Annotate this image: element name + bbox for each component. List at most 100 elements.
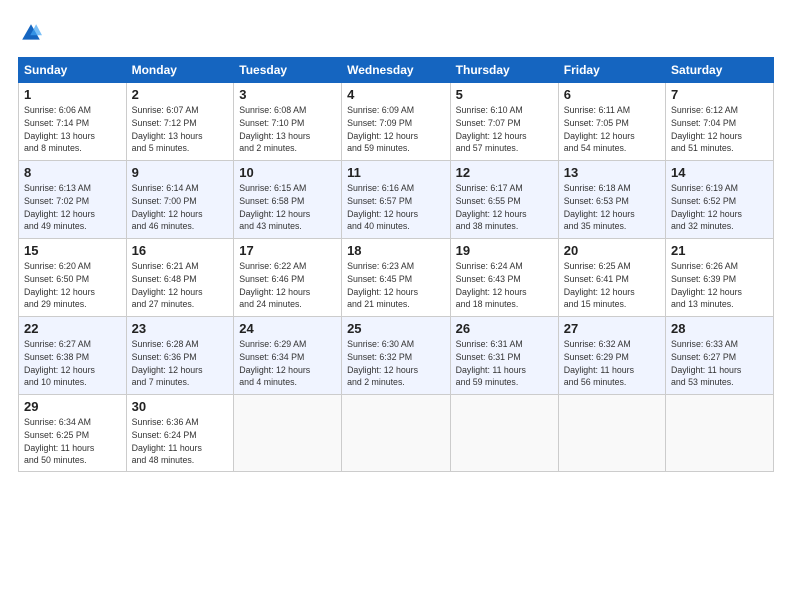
day-info: Sunrise: 6:29 AM Sunset: 6:34 PM Dayligh… [239,338,336,389]
calendar-cell [450,395,558,472]
calendar-cell [666,395,774,472]
calendar-cell: 2 Sunrise: 6:07 AM Sunset: 7:12 PM Daylig… [126,83,234,161]
calendar-row-1: 1 Sunrise: 6:06 AM Sunset: 7:14 PM Daylig… [19,83,774,161]
calendar-cell: 14Sunrise: 6:19 AM Sunset: 6:52 PM Dayli… [666,161,774,239]
calendar-cell: 22 Sunrise: 6:27 AM Sunset: 6:38 PM Dayli… [19,317,127,395]
calendar-cell: 27 Sunrise: 6:32 AM Sunset: 6:29 PM Dayli… [558,317,665,395]
calendar-cell: 15 Sunrise: 6:20 AM Sunset: 6:50 PM Dayli… [19,239,127,317]
calendar-cell: 1 Sunrise: 6:06 AM Sunset: 7:14 PM Daylig… [19,83,127,161]
day-info: Sunrise: 6:32 AM Sunset: 6:29 PM Dayligh… [564,338,660,389]
day-info: Sunrise: 6:13 AM Sunset: 7:02 PM Dayligh… [24,182,121,233]
day-number: 21 [671,243,768,258]
day-info: Sunrise: 6:30 AM Sunset: 6:32 PM Dayligh… [347,338,445,389]
calendar-cell [234,395,342,472]
day-info: Sunrise: 6:26 AM Sunset: 6:39 PM Dayligh… [671,260,768,311]
calendar-cell: 16Sunrise: 6:21 AM Sunset: 6:48 PM Dayli… [126,239,234,317]
page: SundayMondayTuesdayWednesdayThursdayFrid… [0,0,792,612]
day-info: Sunrise: 6:36 AM Sunset: 6:24 PM Dayligh… [132,416,229,467]
calendar-cell: 29 Sunrise: 6:34 AM Sunset: 6:25 PM Dayli… [19,395,127,472]
day-number: 19 [456,243,553,258]
day-number: 26 [456,321,553,336]
day-info: Sunrise: 6:12 AM Sunset: 7:04 PM Dayligh… [671,104,768,155]
day-number: 9 [132,165,229,180]
day-info: Sunrise: 6:16 AM Sunset: 6:57 PM Dayligh… [347,182,445,233]
day-info: Sunrise: 6:08 AM Sunset: 7:10 PM Dayligh… [239,104,336,155]
weekday-header-thursday: Thursday [450,58,558,83]
day-number: 7 [671,87,768,102]
calendar-cell [342,395,451,472]
day-info: Sunrise: 6:19 AM Sunset: 6:52 PM Dayligh… [671,182,768,233]
day-number: 22 [24,321,121,336]
day-number: 10 [239,165,336,180]
day-number: 6 [564,87,660,102]
day-info: Sunrise: 6:07 AM Sunset: 7:12 PM Dayligh… [132,104,229,155]
day-number: 29 [24,399,121,414]
day-info: Sunrise: 6:22 AM Sunset: 6:46 PM Dayligh… [239,260,336,311]
calendar-cell: 28Sunrise: 6:33 AM Sunset: 6:27 PM Dayli… [666,317,774,395]
calendar-cell: 18 Sunrise: 6:23 AM Sunset: 6:45 PM Dayli… [342,239,451,317]
day-number: 30 [132,399,229,414]
day-number: 1 [24,87,121,102]
header [18,18,774,49]
day-info: Sunrise: 6:31 AM Sunset: 6:31 PM Dayligh… [456,338,553,389]
day-number: 24 [239,321,336,336]
day-number: 13 [564,165,660,180]
day-info: Sunrise: 6:33 AM Sunset: 6:27 PM Dayligh… [671,338,768,389]
calendar-cell: 20Sunrise: 6:25 AM Sunset: 6:41 PM Dayli… [558,239,665,317]
weekday-header-friday: Friday [558,58,665,83]
day-number: 12 [456,165,553,180]
day-number: 18 [347,243,445,258]
weekday-header-wednesday: Wednesday [342,58,451,83]
calendar-cell: 24 Sunrise: 6:29 AM Sunset: 6:34 PM Dayli… [234,317,342,395]
day-info: Sunrise: 6:28 AM Sunset: 6:36 PM Dayligh… [132,338,229,389]
calendar-cell: 3 Sunrise: 6:08 AM Sunset: 7:10 PM Daylig… [234,83,342,161]
day-number: 20 [564,243,660,258]
day-info: Sunrise: 6:17 AM Sunset: 6:55 PM Dayligh… [456,182,553,233]
calendar-cell: 23 Sunrise: 6:28 AM Sunset: 6:36 PM Dayli… [126,317,234,395]
day-number: 8 [24,165,121,180]
calendar-cell: 17Sunrise: 6:22 AM Sunset: 6:46 PM Dayli… [234,239,342,317]
calendar-cell: 4 Sunrise: 6:09 AM Sunset: 7:09 PM Daylig… [342,83,451,161]
logo-icon [20,22,42,44]
day-info: Sunrise: 6:34 AM Sunset: 6:25 PM Dayligh… [24,416,121,467]
calendar-cell: 30 Sunrise: 6:36 AM Sunset: 6:24 PM Dayli… [126,395,234,472]
calendar-row-4: 22 Sunrise: 6:27 AM Sunset: 6:38 PM Dayli… [19,317,774,395]
calendar-cell: 26 Sunrise: 6:31 AM Sunset: 6:31 PM Dayli… [450,317,558,395]
day-number: 5 [456,87,553,102]
calendar-cell: 6Sunrise: 6:11 AM Sunset: 7:05 PM Daylig… [558,83,665,161]
day-number: 23 [132,321,229,336]
day-number: 15 [24,243,121,258]
calendar-cell: 8 Sunrise: 6:13 AM Sunset: 7:02 PM Daylig… [19,161,127,239]
day-info: Sunrise: 6:06 AM Sunset: 7:14 PM Dayligh… [24,104,121,155]
day-info: Sunrise: 6:15 AM Sunset: 6:58 PM Dayligh… [239,182,336,233]
calendar-cell: 19 Sunrise: 6:24 AM Sunset: 6:43 PM Dayli… [450,239,558,317]
day-info: Sunrise: 6:27 AM Sunset: 6:38 PM Dayligh… [24,338,121,389]
day-info: Sunrise: 6:09 AM Sunset: 7:09 PM Dayligh… [347,104,445,155]
day-info: Sunrise: 6:14 AM Sunset: 7:00 PM Dayligh… [132,182,229,233]
calendar-cell: 10 Sunrise: 6:15 AM Sunset: 6:58 PM Dayli… [234,161,342,239]
calendar-row-3: 15 Sunrise: 6:20 AM Sunset: 6:50 PM Dayli… [19,239,774,317]
weekday-header-sunday: Sunday [19,58,127,83]
day-number: 4 [347,87,445,102]
weekday-header-tuesday: Tuesday [234,58,342,83]
calendar-row-5: 29 Sunrise: 6:34 AM Sunset: 6:25 PM Dayli… [19,395,774,472]
day-info: Sunrise: 6:23 AM Sunset: 6:45 PM Dayligh… [347,260,445,311]
calendar-cell: 25 Sunrise: 6:30 AM Sunset: 6:32 PM Dayli… [342,317,451,395]
calendar-cell: 7 Sunrise: 6:12 AM Sunset: 7:04 PM Daylig… [666,83,774,161]
day-info: Sunrise: 6:10 AM Sunset: 7:07 PM Dayligh… [456,104,553,155]
calendar-cell [558,395,665,472]
day-number: 3 [239,87,336,102]
day-number: 27 [564,321,660,336]
calendar-cell: 9 Sunrise: 6:14 AM Sunset: 7:00 PM Daylig… [126,161,234,239]
day-number: 11 [347,165,445,180]
day-number: 25 [347,321,445,336]
day-number: 2 [132,87,229,102]
day-info: Sunrise: 6:18 AM Sunset: 6:53 PM Dayligh… [564,182,660,233]
day-info: Sunrise: 6:20 AM Sunset: 6:50 PM Dayligh… [24,260,121,311]
calendar-row-2: 8 Sunrise: 6:13 AM Sunset: 7:02 PM Daylig… [19,161,774,239]
weekday-header-row: SundayMondayTuesdayWednesdayThursdayFrid… [19,58,774,83]
logo [18,22,46,49]
day-info: Sunrise: 6:24 AM Sunset: 6:43 PM Dayligh… [456,260,553,311]
calendar-table: SundayMondayTuesdayWednesdayThursdayFrid… [18,57,774,472]
calendar-cell: 12 Sunrise: 6:17 AM Sunset: 6:55 PM Dayli… [450,161,558,239]
